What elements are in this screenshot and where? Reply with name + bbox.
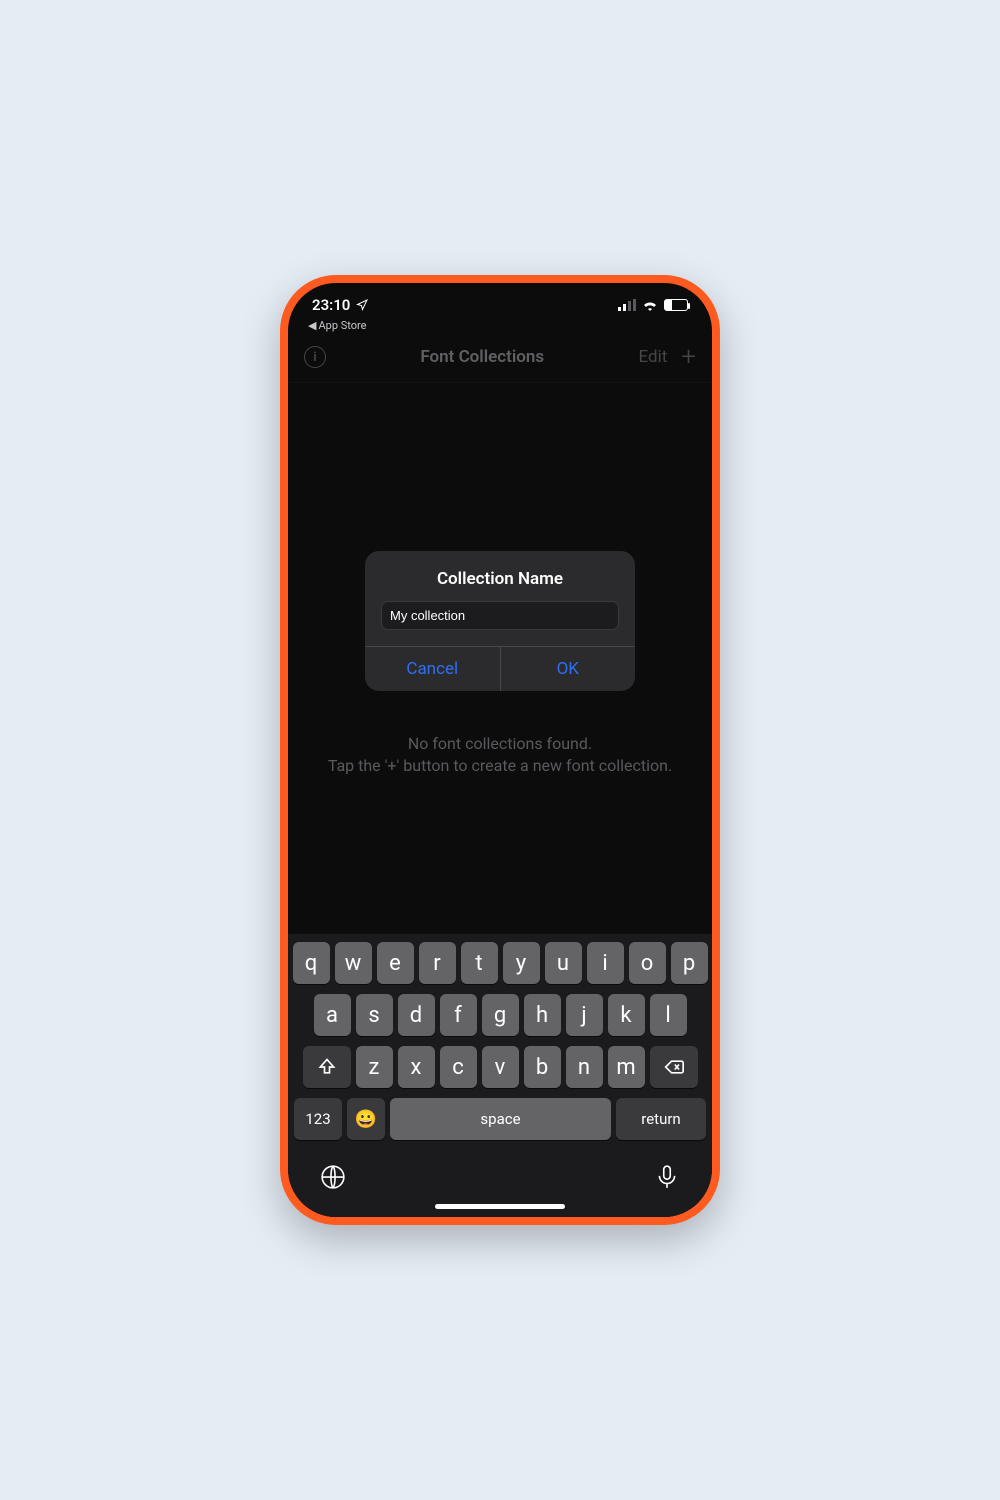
key-d[interactable]: d (398, 994, 435, 1036)
info-icon[interactable]: i (304, 346, 326, 368)
key-v[interactable]: v (482, 1046, 519, 1088)
key-s[interactable]: s (356, 994, 393, 1036)
shift-key[interactable] (303, 1046, 351, 1088)
key-z[interactable]: z (356, 1046, 393, 1088)
screen: 23:10 ◀ App Store i Font Collections Edi… (288, 283, 712, 1217)
key-x[interactable]: x (398, 1046, 435, 1088)
key-a[interactable]: a (314, 994, 351, 1036)
ok-button[interactable]: OK (501, 647, 636, 691)
key-q[interactable]: q (293, 942, 330, 984)
edit-button[interactable]: Edit (638, 347, 667, 367)
status-time: 23:10 (312, 296, 350, 314)
back-to-app[interactable]: ◀ App Store (288, 319, 712, 338)
backspace-key[interactable] (650, 1046, 698, 1088)
emoji-key[interactable]: 😀 (347, 1098, 385, 1140)
key-h[interactable]: h (524, 994, 561, 1036)
battery-icon (664, 299, 688, 311)
phone-frame: 23:10 ◀ App Store i Font Collections Edi… (280, 275, 720, 1225)
key-n[interactable]: n (566, 1046, 603, 1088)
globe-icon[interactable] (320, 1164, 346, 1190)
key-p[interactable]: p (671, 942, 708, 984)
key-f[interactable]: f (440, 994, 477, 1036)
signal-icon (618, 299, 636, 311)
return-key[interactable]: return (616, 1098, 706, 1140)
key-l[interactable]: l (650, 994, 687, 1036)
nav-bar: i Font Collections Edit + (288, 338, 712, 383)
collection-name-alert: Collection Name Cancel OK (365, 551, 635, 691)
empty-line2: Tap the '+' button to create a new font … (308, 755, 692, 777)
empty-state: No font collections found. Tap the '+' b… (288, 733, 712, 778)
mic-icon[interactable] (654, 1164, 680, 1190)
back-chevron-icon: ◀ (308, 319, 316, 332)
key-w[interactable]: w (335, 942, 372, 984)
back-app-label: App Store (318, 319, 366, 332)
key-o[interactable]: o (629, 942, 666, 984)
empty-line1: No font collections found. (308, 733, 692, 755)
wifi-icon (642, 299, 658, 311)
key-u[interactable]: u (545, 942, 582, 984)
collection-name-input[interactable] (381, 601, 619, 630)
alert-title: Collection Name (365, 551, 635, 601)
key-k[interactable]: k (608, 994, 645, 1036)
location-icon (356, 299, 368, 311)
key-j[interactable]: j (566, 994, 603, 1036)
key-g[interactable]: g (482, 994, 519, 1036)
numbers-key[interactable]: 123 (294, 1098, 342, 1140)
home-indicator[interactable] (435, 1204, 565, 1209)
cancel-button[interactable]: Cancel (365, 647, 501, 691)
key-m[interactable]: m (608, 1046, 645, 1088)
key-r[interactable]: r (419, 942, 456, 984)
space-key[interactable]: space (390, 1098, 611, 1140)
add-button[interactable]: + (681, 344, 696, 370)
status-bar: 23:10 (288, 283, 712, 319)
keyboard: qwertyuiop asdfghjkl zxcvbnm 123 😀 space… (288, 934, 712, 1217)
key-b[interactable]: b (524, 1046, 561, 1088)
key-t[interactable]: t (461, 942, 498, 984)
nav-title: Font Collections (420, 347, 544, 367)
key-c[interactable]: c (440, 1046, 477, 1088)
key-y[interactable]: y (503, 942, 540, 984)
key-i[interactable]: i (587, 942, 624, 984)
key-e[interactable]: e (377, 942, 414, 984)
